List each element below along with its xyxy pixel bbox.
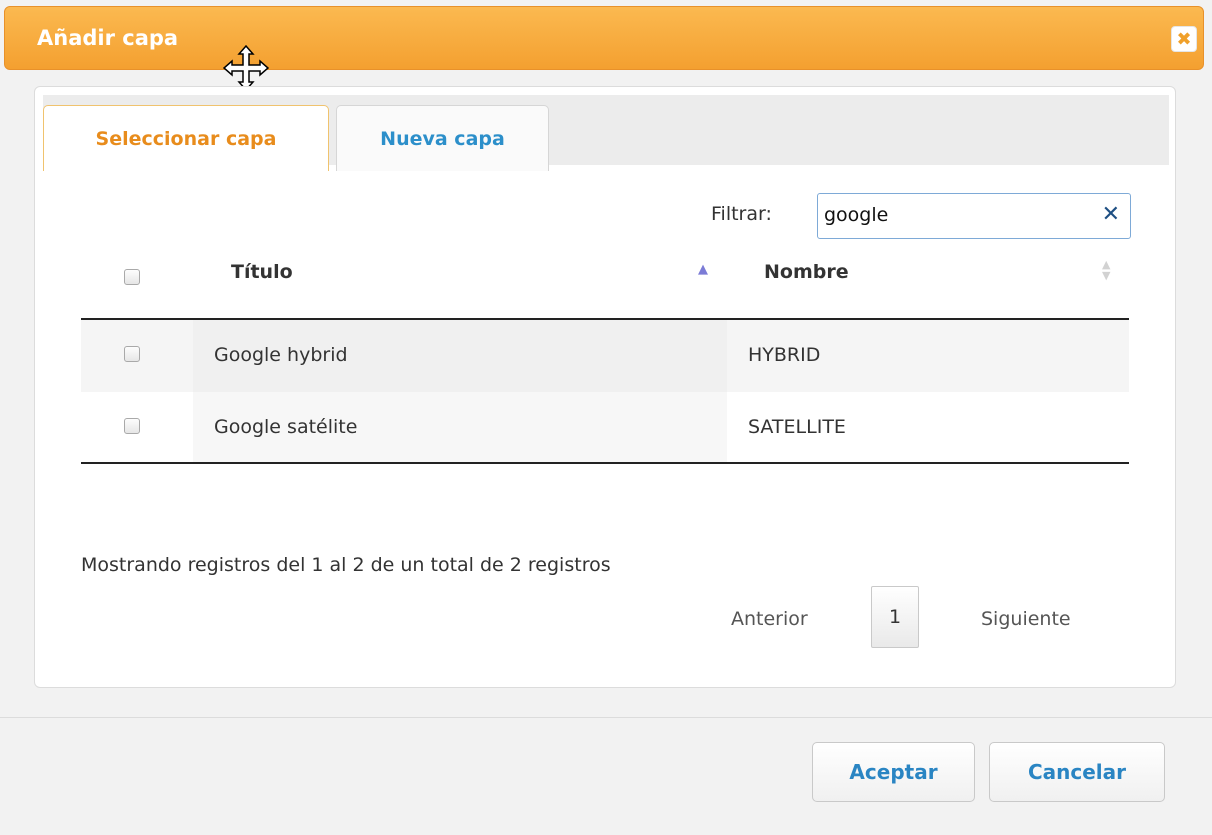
- filter-field[interactable]: ✕: [817, 193, 1131, 239]
- accept-button[interactable]: Aceptar: [812, 742, 975, 802]
- move-cursor-icon: [222, 44, 270, 92]
- dialog-title: Añadir capa: [37, 26, 179, 50]
- cell-titulo: Google hybrid: [214, 344, 348, 366]
- filter-label: Filtrar:: [711, 203, 772, 225]
- content-panel: Seleccionar capa Nueva capa Filtrar: ✕ T…: [34, 86, 1176, 688]
- row-checkbox[interactable]: [124, 418, 140, 434]
- row-checkbox[interactable]: [124, 346, 140, 362]
- table-row[interactable]: Google hybrid HYBRID: [81, 320, 1129, 392]
- tab-strip: Seleccionar capa Nueva capa: [43, 95, 1169, 171]
- close-icon[interactable]: ✖: [1171, 26, 1197, 52]
- footer-divider: [0, 717, 1212, 718]
- table-row[interactable]: Google satélite SATELLITE: [81, 392, 1129, 464]
- add-layer-dialog: Añadir capa ✖ Seleccionar capa Nueva cap…: [0, 0, 1212, 835]
- records-info: Mostrando registros del 1 al 2 de un tot…: [81, 554, 611, 576]
- dialog-titlebar[interactable]: Añadir capa ✖: [4, 6, 1204, 70]
- cell-nombre: HYBRID: [748, 344, 821, 366]
- pagination-page-1[interactable]: 1: [871, 586, 919, 648]
- tab-seleccionar-capa[interactable]: Seleccionar capa: [43, 105, 329, 171]
- column-header-nombre[interactable]: Nombre: [764, 261, 849, 283]
- tab-nueva-capa[interactable]: Nueva capa: [336, 105, 549, 171]
- cell-titulo: Google satélite: [214, 416, 358, 438]
- sort-both-icon: ▲ ▼: [1102, 258, 1111, 282]
- pagination-previous[interactable]: Anterior: [731, 608, 808, 630]
- filter-input[interactable]: [824, 200, 1074, 230]
- select-all-checkbox[interactable]: [124, 269, 140, 285]
- cell-nombre: SATELLITE: [748, 416, 846, 438]
- cancel-button[interactable]: Cancelar: [989, 742, 1165, 802]
- pagination-next[interactable]: Siguiente: [981, 608, 1071, 630]
- sort-ascending-icon: ▲: [698, 262, 708, 277]
- column-header-titulo[interactable]: Título: [231, 261, 293, 283]
- table-footer-rule: [81, 462, 1129, 464]
- clear-icon[interactable]: ✕: [1102, 202, 1120, 227]
